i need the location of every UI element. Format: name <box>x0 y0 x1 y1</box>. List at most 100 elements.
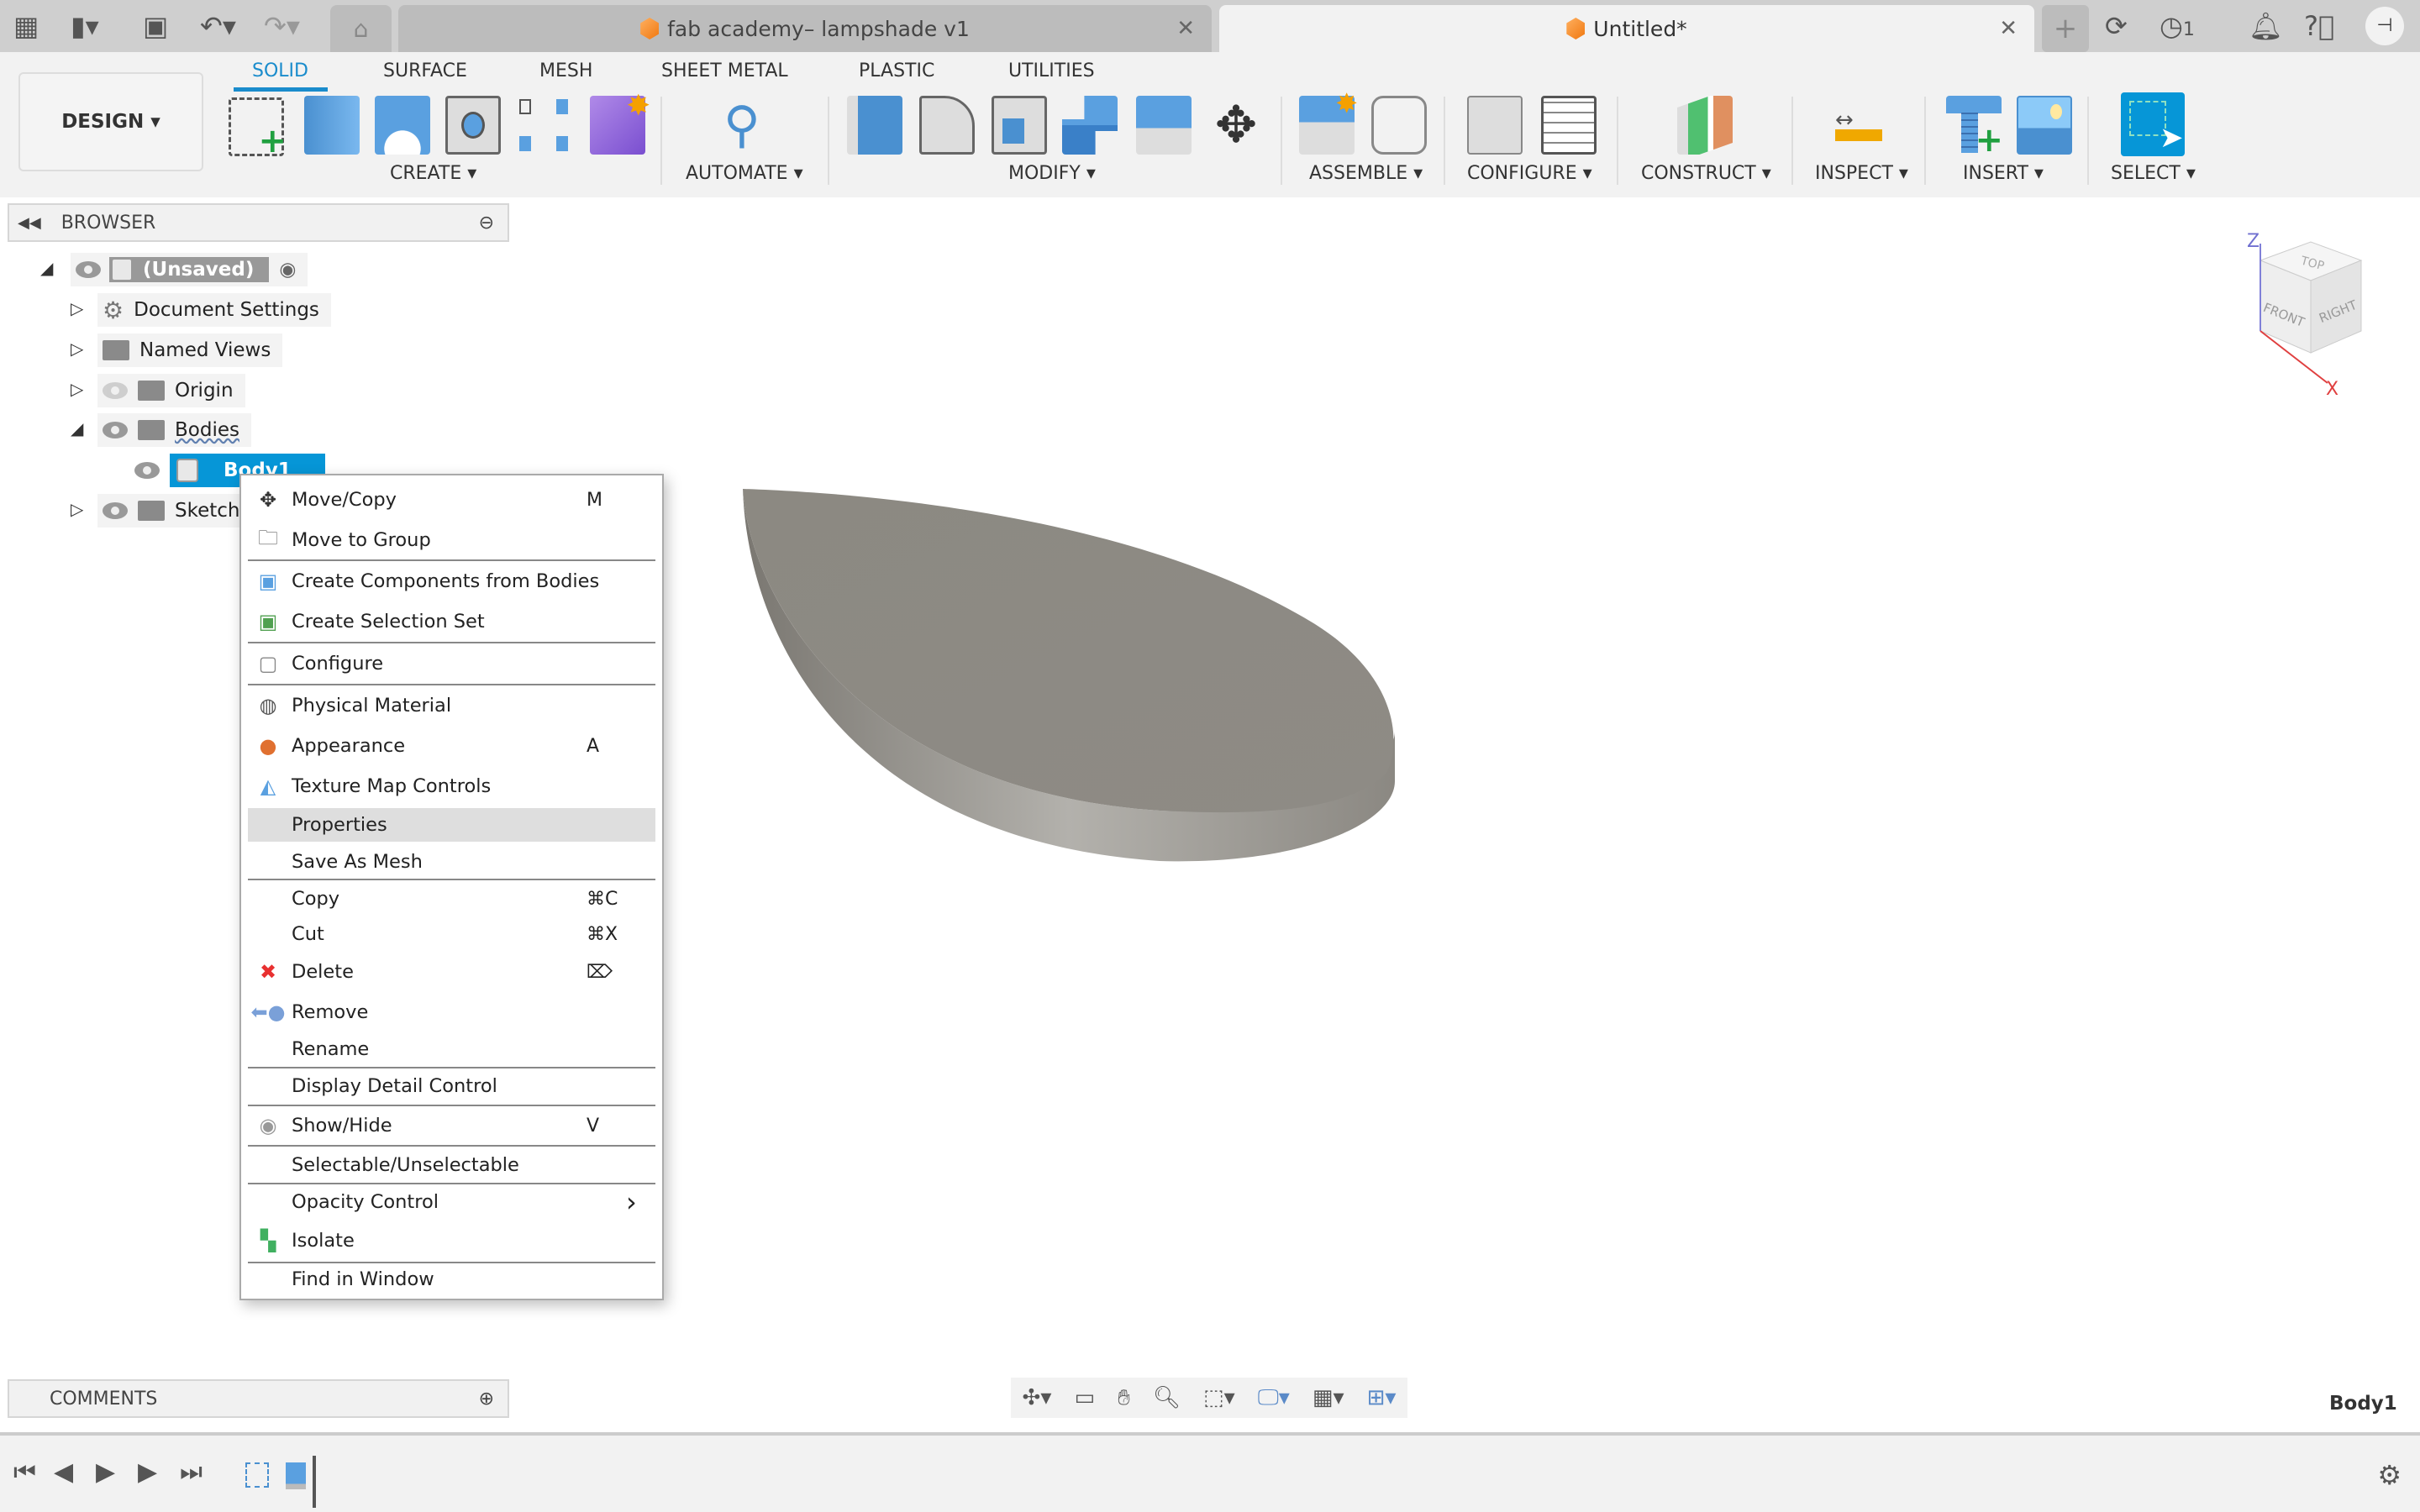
group-modify[interactable]: MODIFY ▾ <box>1008 163 1096 184</box>
automate-icon[interactable]: ⚲ <box>714 96 770 155</box>
tab-surface[interactable]: SURFACE <box>383 60 467 81</box>
eye-icon[interactable] <box>76 261 101 278</box>
timeline-marker[interactable] <box>313 1456 316 1508</box>
browser-item-document-settings[interactable]: ⚙ Document Settings <box>97 293 331 327</box>
workspace-switcher[interactable]: DESIGN ▾ <box>18 72 203 171</box>
menu-item-physical-material[interactable]: ◍ Physical Material <box>248 689 655 722</box>
tab-solid[interactable]: SOLID <box>252 60 308 81</box>
timeline-sketch-feature[interactable] <box>245 1462 269 1488</box>
group-select[interactable]: SELECT ▾ <box>2111 163 2196 184</box>
eye-hidden-icon[interactable] <box>103 382 128 399</box>
configure-icon[interactable] <box>1467 96 1523 155</box>
menu-item-appearance[interactable]: ● Appearance A <box>248 729 655 763</box>
expand-toggle-icon[interactable]: ▷ <box>71 339 83 359</box>
tab-plastic[interactable]: PLASTIC <box>859 60 934 81</box>
menu-item-properties[interactable]: Properties <box>248 808 655 842</box>
expand-toggle-icon[interactable]: ◢ <box>71 418 83 438</box>
offset-face-icon[interactable] <box>1136 96 1192 155</box>
pattern-icon[interactable] <box>516 96 571 155</box>
viewports-icon[interactable]: ⊞▾ <box>1367 1385 1397 1410</box>
display-settings-icon[interactable]: 🖵▾ <box>1258 1385 1290 1411</box>
menu-item-isolate[interactable]: ▚ Isolate <box>248 1224 655 1257</box>
home-tab[interactable]: ⌂ <box>330 5 392 52</box>
browser-item-bodies[interactable]: Bodies <box>97 413 251 447</box>
job-status-icon[interactable]: ◷1 <box>2160 12 2195 45</box>
group-create[interactable]: CREATE ▾ <box>390 163 476 184</box>
tab-utilities[interactable]: UTILITIES <box>1008 60 1095 81</box>
tab-sheet-metal[interactable]: SHEET METAL <box>661 60 788 81</box>
extrude-icon[interactable] <box>304 96 360 155</box>
select-icon[interactable]: ➤ <box>2121 92 2185 156</box>
group-inspect[interactable]: INSPECT ▾ <box>1815 163 1908 184</box>
viewcube[interactable]: TOP FRONT RIGHT Z X <box>2235 227 2386 412</box>
pin-icon[interactable]: ⊖ <box>479 213 494 234</box>
menu-item-cut[interactable]: Cut ⌘X <box>248 917 655 951</box>
close-icon[interactable]: ✕ <box>1999 16 2018 41</box>
group-configure[interactable]: CONFIGURE ▾ <box>1467 163 1592 184</box>
new-component-icon[interactable]: ✸ <box>1299 87 1358 155</box>
menu-item-move-to-group[interactable]: 🗀︎ Move to Group <box>248 523 655 557</box>
profile-icon[interactable]: ⊣ <box>2365 7 2404 45</box>
collapse-panel-icon[interactable]: ◀◀ <box>18 214 41 232</box>
menu-item-move-copy[interactable]: ✥ Move/Copy M <box>248 483 655 517</box>
save-icon[interactable]: ▣ <box>143 12 168 40</box>
menu-item-opacity-control[interactable]: Opacity Control › <box>248 1185 655 1219</box>
joint-icon[interactable] <box>1371 96 1427 155</box>
revolve-icon[interactable] <box>375 96 430 155</box>
shell-icon[interactable] <box>992 96 1047 155</box>
zoom-icon[interactable]: 🔍︎ <box>1153 1385 1181 1410</box>
measure-icon[interactable]: ↔ <box>1832 96 1887 155</box>
menu-item-save-as-mesh[interactable]: Save As Mesh <box>248 845 655 879</box>
menu-item-show-hide[interactable]: ◉ Show/Hide V <box>248 1109 655 1142</box>
add-tab-icon[interactable]: + <box>2042 5 2089 52</box>
extensions-icon[interactable]: ⟳ <box>2105 12 2128 40</box>
menu-item-create-selection-set[interactable]: ▣ Create Selection Set <box>248 605 655 638</box>
create-form-icon[interactable]: ✸ <box>590 89 650 155</box>
redo-icon[interactable]: ↷▾ <box>264 12 300 40</box>
expand-toggle-icon[interactable]: ◢ <box>40 258 53 278</box>
help-icon[interactable]: ?⃝ <box>2304 12 2334 40</box>
menu-item-copy[interactable]: Copy ⌘C <box>248 882 655 916</box>
expand-toggle-icon[interactable]: ▷ <box>71 499 83 519</box>
hole-icon[interactable] <box>445 96 501 155</box>
group-assemble[interactable]: ASSEMBLE ▾ <box>1309 163 1423 184</box>
go-to-start-icon[interactable]: ⏮︎ <box>13 1457 36 1487</box>
go-to-end-icon[interactable]: ⏭︎ <box>180 1457 203 1487</box>
menu-item-rename[interactable]: Rename <box>248 1032 655 1066</box>
group-insert[interactable]: INSERT ▾ <box>1963 163 2044 184</box>
eye-icon[interactable] <box>134 462 160 479</box>
menu-item-remove[interactable]: ⬅● Remove <box>248 995 655 1029</box>
browser-item-named-views[interactable]: Named Views <box>97 333 283 367</box>
press-pull-icon[interactable] <box>847 96 902 155</box>
group-automate[interactable]: AUTOMATE ▾ <box>686 163 803 184</box>
menu-item-delete[interactable]: ✖ Delete ⌦ <box>248 955 655 989</box>
group-construct[interactable]: CONSTRUCT ▾ <box>1641 163 1771 184</box>
tab-fab-academy[interactable]: fab academy– lampshade v1 ✕ <box>398 5 1212 52</box>
orbit-icon[interactable]: ✣▾ <box>1023 1385 1052 1410</box>
tab-mesh[interactable]: MESH <box>539 60 592 81</box>
activate-radio-icon[interactable]: ◉ <box>279 259 296 281</box>
undo-icon[interactable]: ↶▾ <box>200 12 236 40</box>
create-sketch-icon[interactable]: + <box>229 97 287 160</box>
body1-leaf-shape[interactable] <box>723 470 1412 941</box>
grid-settings-icon[interactable]: ▦▾ <box>1313 1385 1344 1410</box>
fit-icon[interactable]: ⬚▾ <box>1203 1385 1235 1410</box>
browser-item-origin[interactable]: Origin <box>97 374 245 407</box>
step-forward-icon[interactable]: ▶ <box>138 1457 157 1487</box>
menu-item-display-detail-control[interactable]: Display Detail Control <box>248 1069 655 1103</box>
file-icon[interactable]: ▮▾ <box>71 12 99 40</box>
grid-icon[interactable]: ▦ <box>13 12 39 40</box>
step-back-icon[interactable]: ◀ <box>54 1457 73 1487</box>
look-at-icon[interactable]: ▭ <box>1074 1385 1095 1410</box>
menu-item-selectable-unselectable[interactable]: Selectable/Unselectable <box>248 1148 655 1182</box>
expand-toggle-icon[interactable]: ▷ <box>71 379 83 399</box>
add-comment-icon[interactable]: ⊕ <box>479 1389 494 1410</box>
browser-item-unsaved[interactable]: (Unsaved) ◉ <box>71 253 308 286</box>
notifications-icon[interactable]: 🔔︎ <box>2249 12 2283 40</box>
menu-item-texture-map-controls[interactable]: ◭ Texture Map Controls <box>248 769 655 803</box>
eye-icon[interactable] <box>103 422 128 438</box>
menu-item-configure[interactable]: ▢ Configure <box>248 647 655 680</box>
play-icon[interactable]: ▶ <box>96 1457 115 1487</box>
insert-image-icon[interactable] <box>2017 96 2072 155</box>
menu-item-create-components-from-bodies[interactable]: ▣ Create Components from Bodies <box>248 564 655 598</box>
